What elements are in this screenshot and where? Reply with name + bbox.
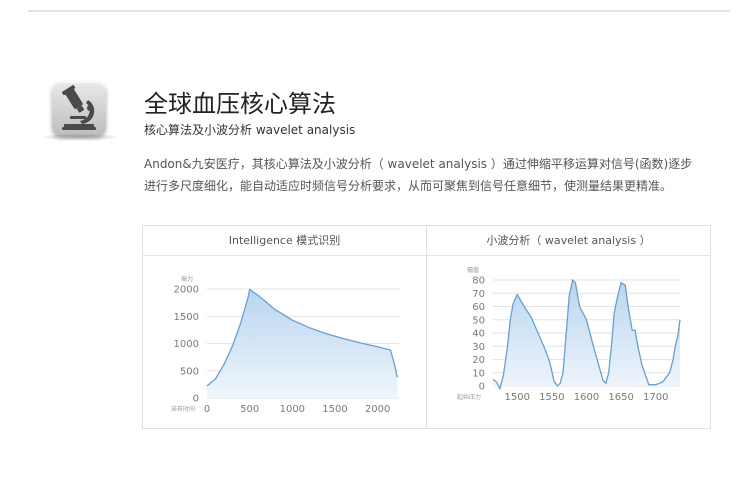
intelligence-panel-title: Intelligence 模式识别	[143, 226, 426, 256]
x-tick-label: 500	[240, 404, 259, 415]
wavelet-chart: 0 10 20 30 40 50 60 70 80 1500 1550 1600 1650 1700 幅值起…	[457, 266, 681, 403]
y-tick-label: 40	[472, 329, 485, 340]
icon-shadow	[44, 134, 116, 140]
y-tick-label: 10	[472, 368, 485, 379]
y-tick-label: 1500	[174, 312, 199, 323]
top-divider	[28, 10, 730, 12]
y-tick-label: 70	[472, 289, 485, 300]
page-subtitle: 核心算法及小波分析 wavelet analysis	[144, 123, 356, 137]
x-tick-label: 1550	[539, 392, 564, 403]
y-tick-label: 20	[472, 355, 485, 366]
y-tick-label: 50	[472, 315, 485, 326]
y-tick-label: 2000	[174, 285, 199, 296]
y-tick-label: 80	[472, 276, 485, 287]
intelligence-panel: Intelligence 模式识别 0 500 1000 1500 2000 0 500 10…	[143, 226, 427, 428]
y-axis-label: 幅值	[467, 266, 479, 274]
x-tick-label: 1500	[322, 404, 347, 415]
x-axis-label: 起始压力	[457, 393, 481, 401]
y-tick-label: 500	[180, 366, 199, 377]
wavelet-panel-title: 小波分析（ wavelet analysis ）	[427, 226, 710, 256]
y-tick-label: 60	[472, 302, 485, 313]
y-tick-label: 1000	[174, 339, 199, 350]
x-axis-label: 采样时间	[171, 405, 195, 413]
x-tick-label: 0	[204, 404, 210, 415]
intelligence-chart: 0 500 1000 1500 2000 0 500 1000 1500 2000 振力采样时间	[171, 275, 399, 415]
microscope-icon	[52, 82, 106, 136]
page-title: 全球血压核心算法	[144, 90, 336, 118]
x-tick-label: 1650	[608, 392, 633, 403]
charts-panel: Intelligence 模式识别 0 500 1000 1500 2000 0 500 10…	[142, 225, 711, 429]
x-tick-label: 1000	[280, 404, 305, 415]
x-tick-label: 1600	[574, 392, 599, 403]
wavelet-panel: 小波分析（ wavelet analysis ） 0 10 20 30 40 50 60 70…	[427, 226, 710, 428]
description-line-2: 进行多尺度细化，能自动适应时频信号分析要求，从而可聚焦到信号任意细节，使测量结果…	[144, 179, 673, 193]
x-tick-label: 1700	[643, 392, 668, 403]
description: Andon&九安医疗，其核心算法及小波分析（ wavelet analysis …	[144, 153, 724, 197]
y-tick-label: 0	[479, 382, 485, 393]
x-tick-label: 1500	[505, 392, 530, 403]
x-tick-label: 2000	[365, 404, 390, 415]
y-tick-label: 30	[472, 342, 485, 353]
y-tick-label: 0	[193, 394, 199, 405]
y-axis-label: 振力	[181, 275, 193, 283]
description-line-1: Andon&九安医疗，其核心算法及小波分析（ wavelet analysis …	[144, 157, 693, 171]
